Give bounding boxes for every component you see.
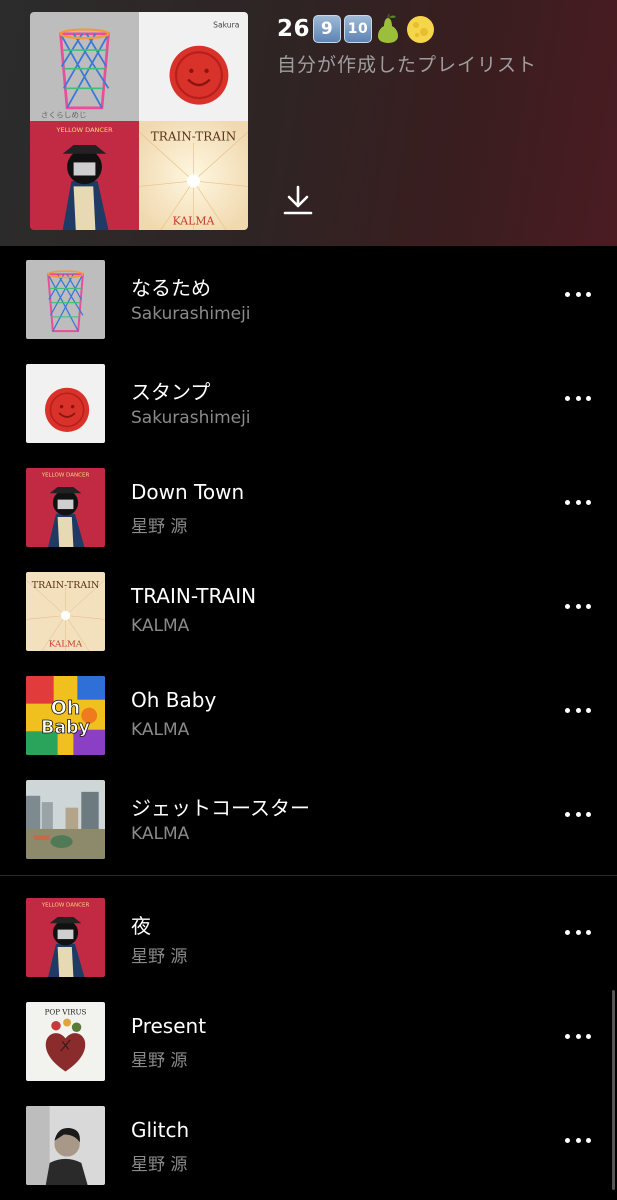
track-title: なるため [131,276,211,300]
track-title: ジェットコースター [131,796,310,820]
more-options-icon[interactable] [560,802,596,826]
track-row[interactable]: Glitch 星野 源 [0,1092,617,1196]
cover-kalma-text: KALMA [173,215,215,228]
track-row[interactable]: POP VIRUS Present 星野 源 [0,988,617,1092]
svg-text:YELLOW DANCER: YELLOW DANCER [41,903,90,909]
pear-icon [375,13,401,44]
keycap-9-emoji: 9 [313,15,342,43]
album-art: YELLOW DANCER [26,898,105,977]
album-art: POP VIRUS [26,1002,105,1081]
download-arrow-icon [283,185,313,215]
cover-red-seal-art: Sakura [139,12,248,121]
track-row[interactable]: なるため Sakurashimeji [0,246,617,350]
download-button[interactable] [280,182,316,218]
track-artist: 星野 源 [131,1051,188,1071]
full-moon-icon [406,15,435,44]
album-art [26,1106,105,1185]
track-row[interactable]: ジェットコースター KALMA [0,766,617,870]
album-art [26,780,105,859]
album-art [26,364,105,443]
cover-train-train-text: TRAIN-TRAIN [151,130,236,144]
track-title: Glitch [131,1118,190,1142]
svg-text:さくらしめじ: さくらしめじ [41,111,87,120]
track-title: Oh Baby [131,688,217,712]
track-row[interactable]: YELLOW DANCER 夜星野 源 [0,884,617,988]
cover-yellow-dancer-text: YELLOW DANCER [55,126,113,134]
track-title: TRAIN-TRAIN [131,584,257,608]
album-art: Oh Baby [26,676,105,755]
track-row[interactable]: YELLOW DANCER Down Town 星野 源 [0,454,617,558]
album-art: TRAIN-TRAIN KALMA [26,572,105,651]
track-title: Down Town [131,480,245,504]
keycap-10-emoji: 10 [344,15,373,43]
more-options-icon[interactable] [560,920,596,944]
more-options-icon[interactable] [560,594,596,618]
list-divider [0,875,617,876]
scrollbar[interactable] [612,990,615,1190]
svg-text:TRAIN-TRAIN: TRAIN-TRAIN [32,580,99,591]
svg-text:Sakura: Sakura [213,20,239,29]
track-title: スタンプ [131,380,211,404]
playlist-title-number: 26 [277,16,311,42]
playlist-subtitle: 自分が作成したプレイリスト [277,54,538,76]
track-row[interactable]: Oh Baby Oh Baby KALMA [0,662,617,766]
svg-text:Baby: Baby [41,718,90,738]
track-artist: 星野 源 [131,947,188,967]
track-row[interactable]: スタンプ Sakurashimeji [0,350,617,454]
track-artist: KALMA [131,720,190,740]
track-artist: 星野 源 [131,1155,188,1175]
more-options-icon[interactable] [560,1024,596,1048]
svg-text:YELLOW DANCER: YELLOW DANCER [41,473,90,479]
track-artist: KALMA [131,824,190,844]
track-artist: KALMA [131,616,190,636]
svg-text:POP VIRUS: POP VIRUS [45,1008,87,1017]
track-artist: Sakurashimeji [131,408,251,428]
album-art [26,260,105,339]
album-art: YELLOW DANCER [26,468,105,547]
track-artist: 星野 源 [131,517,188,537]
svg-text:Oh: Oh [51,697,81,719]
more-options-icon[interactable] [560,386,596,410]
cover-yellow-dancer-art: YELLOW DANCER [30,121,139,230]
cover-train-train-art: TRAIN-TRAIN KALMA [139,121,248,230]
track-title: 夜 [131,914,151,938]
track-title: Present [131,1014,207,1038]
more-options-icon[interactable] [560,698,596,722]
track-artist: Sakurashimeji [131,304,251,324]
svg-text:KALMA: KALMA [49,639,83,649]
playlist-cover-collage[interactable]: さくらしめじ Sakura YELLOW DANCER TRAIN-TRAIN … [30,12,248,230]
cover-trash-bin-art: さくらしめじ [30,12,139,121]
playlist-header: さくらしめじ Sakura YELLOW DANCER TRAIN-TRAIN … [0,0,617,246]
playlist-title: 26 9 10 [277,13,435,44]
more-options-icon[interactable] [560,1128,596,1152]
more-options-icon[interactable] [560,490,596,514]
track-row[interactable]: TRAIN-TRAIN KALMA TRAIN-TRAIN KALMA [0,558,617,662]
more-options-icon[interactable] [560,282,596,306]
